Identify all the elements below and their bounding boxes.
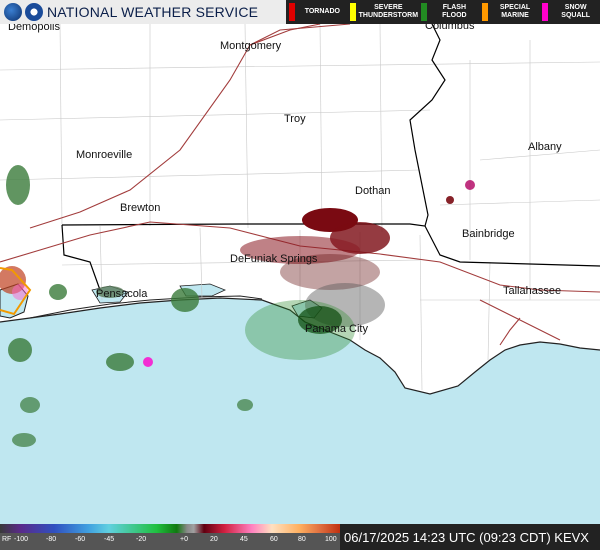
city-label-albany: Albany xyxy=(528,141,562,153)
city-label-bainbridge: Bainbridge xyxy=(462,228,515,240)
city-label-dothan: Dothan xyxy=(355,185,390,197)
warning-legend: TORNADO SEVERE THUNDERSTORM FLASH FLOOD … xyxy=(286,0,600,24)
nws-logo-icon xyxy=(25,3,43,21)
color-scale-bar xyxy=(0,524,340,533)
city-label-tallahassee: Tallahassee xyxy=(503,285,561,297)
brand: NATIONAL WEATHER SERVICE xyxy=(0,0,258,24)
legend-item-flash-flood: FLASH FLOOD xyxy=(418,0,479,24)
scale-tick: 80 xyxy=(298,536,306,543)
legend-item-snow-squall: SNOW SQUALL xyxy=(539,0,600,24)
scale-tick: 60 xyxy=(270,536,278,543)
scale-tick: 100 xyxy=(325,536,337,543)
header-bar: NATIONAL WEATHER SERVICE TORNADO SEVERE … xyxy=(0,0,600,24)
legend-swatch-severe-thunderstorm xyxy=(349,3,356,21)
radar-map: Demopolis Montgomery Columbus Troy Monro… xyxy=(0,0,600,550)
legend-swatch-special-marine xyxy=(481,3,488,21)
legend-label: FLASH FLOOD xyxy=(442,4,467,19)
scale-tick: -20 xyxy=(136,536,147,543)
noaa-logo-icon xyxy=(4,3,22,21)
city-label-monroeville: Monroeville xyxy=(76,149,132,161)
legend-label: SPECIAL MARINE xyxy=(499,4,531,19)
legend-item-tornado: TORNADO xyxy=(286,0,347,24)
reflectivity-scale: RF -100 -80 -60 -45 -20 +0 20 45 60 80 1… xyxy=(0,524,340,550)
legend-label: SNOW SQUALL xyxy=(561,4,591,19)
legend-label: TORNADO xyxy=(304,8,340,15)
scale-tick-labels: RF -100 -80 -60 -45 -20 +0 20 45 60 80 1… xyxy=(0,536,340,548)
timestamp: 06/17/2025 14:23 UTC (09:23 CDT) KEVX xyxy=(344,529,589,545)
scale-tick: -60 xyxy=(75,536,86,543)
city-label-brewton: Brewton xyxy=(120,202,160,214)
city-label-defuniak-springs: DeFuniak Springs xyxy=(230,253,318,265)
legend-item-severe-thunderstorm: SEVERE THUNDERSTORM xyxy=(347,0,418,24)
legend-label: SEVERE THUNDERSTORM xyxy=(358,4,419,19)
legend-swatch-flash-flood xyxy=(421,3,428,21)
scale-tick: 20 xyxy=(210,536,218,543)
city-label-pensacola: Pensacola xyxy=(96,288,148,300)
scale-tick: +0 xyxy=(180,536,188,543)
city-label-troy: Troy xyxy=(284,113,306,125)
legend-swatch-snow-squall xyxy=(542,3,549,21)
city-label-panama-city: Panama City xyxy=(305,323,368,335)
scale-tick: RF xyxy=(2,536,12,543)
legend-swatch-tornado xyxy=(289,3,295,21)
scale-tick: -45 xyxy=(104,536,115,543)
page-title: NATIONAL WEATHER SERVICE xyxy=(47,4,259,20)
scale-tick: 45 xyxy=(240,536,248,543)
city-label-montgomery: Montgomery xyxy=(220,40,282,52)
legend-item-special-marine: SPECIAL MARINE xyxy=(479,0,540,24)
scale-tick: -100 xyxy=(14,536,29,543)
scale-tick: -80 xyxy=(46,536,57,543)
